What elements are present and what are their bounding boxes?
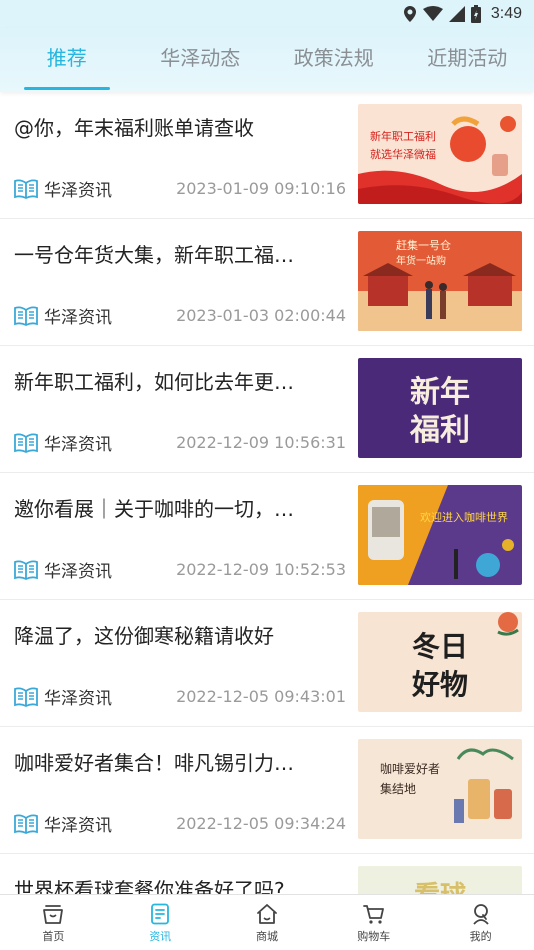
article-date: 2022-12-05 09:34:24 xyxy=(176,814,346,833)
book-icon xyxy=(14,433,38,453)
book-icon xyxy=(14,179,38,199)
list-item[interactable]: @你，年末福利账单请查收 华泽资讯 2023-01-09 09:10:16 新年… xyxy=(0,92,534,219)
tab-huaze-news[interactable]: 华泽动态 xyxy=(134,28,268,92)
article-date: 2022-12-05 09:43:01 xyxy=(176,687,346,706)
article-meta: 华泽资讯 2023-01-09 09:10:16 xyxy=(14,176,346,201)
nav-profile[interactable]: 我的 xyxy=(427,895,534,950)
article-list: @你，年末福利账单请查收 华泽资讯 2023-01-09 09:10:16 新年… xyxy=(0,92,534,894)
article-thumbnail[interactable]: 看球 xyxy=(358,866,522,894)
book-icon xyxy=(14,687,38,707)
book-icon xyxy=(14,560,38,580)
category-tabs: 推荐 华泽动态 政策法规 近期活动 xyxy=(0,28,534,92)
article-thumbnail[interactable]: 新年 福利 xyxy=(358,358,522,458)
thumb-text: 好物 xyxy=(411,668,468,701)
article-source: 华泽资讯 xyxy=(44,562,112,582)
book-icon xyxy=(14,814,38,834)
battery-icon xyxy=(470,5,481,23)
article-title: 邀你看展｜关于咖啡的一切，… xyxy=(14,497,294,521)
article-source: 华泽资讯 xyxy=(44,689,112,709)
nav-label: 首页 xyxy=(42,929,65,943)
thumb-text: 年货一站购 xyxy=(396,254,446,267)
shop-icon xyxy=(257,903,277,924)
article-title: 咖啡爱好者集合！啡凡锡引力… xyxy=(14,751,294,775)
article-date: 2022-12-09 10:52:53 xyxy=(176,560,346,579)
list-item[interactable]: 新年职工福利，如何比去年更… 华泽资讯 2022-12-09 10:56:31 … xyxy=(0,346,534,473)
status-time: 3:49 xyxy=(490,5,522,22)
book-icon xyxy=(14,306,38,326)
status-bar: 3:49 xyxy=(0,0,534,28)
thumb-text: 福利 xyxy=(409,413,470,448)
article-title: 世界杯看球套餐你准备好了吗? xyxy=(14,878,285,894)
signal-icon xyxy=(448,6,465,22)
article-title: 降温了，这份御寒秘籍请收好 xyxy=(14,624,274,648)
article-meta: 华泽资讯 2022-12-05 09:43:01 xyxy=(14,684,346,709)
thumb-text: 赶集一号仓 xyxy=(396,238,451,252)
profile-icon xyxy=(472,903,489,925)
tab-recommend[interactable]: 推荐 xyxy=(0,28,134,92)
thumb-text: 看球 xyxy=(414,881,467,894)
article-date: 2022-12-09 10:56:31 xyxy=(176,433,346,452)
article-thumbnail[interactable]: 冬日 好物 xyxy=(358,612,522,712)
nav-news[interactable]: 资讯 xyxy=(107,895,214,950)
article-title: 新年职工福利，如何比去年更… xyxy=(14,370,294,394)
article-source: 华泽资讯 xyxy=(44,181,112,201)
home-basket-icon xyxy=(43,904,64,924)
article-source: 华泽资讯 xyxy=(44,308,112,328)
news-icon xyxy=(151,903,170,924)
article-thumbnail[interactable]: 赶集一号仓 年货一站购 xyxy=(358,231,522,331)
thumb-text: 新年职工福利 xyxy=(370,129,436,143)
tab-policy[interactable]: 政策法规 xyxy=(267,28,401,92)
list-item[interactable]: 降温了，这份御寒秘籍请收好 华泽资讯 2022-12-05 09:43:01 冬… xyxy=(0,600,534,727)
nav-label: 资讯 xyxy=(149,929,172,943)
thumb-text: 冬日 xyxy=(412,630,468,663)
thumb-text: 集结地 xyxy=(380,781,416,796)
article-date: 2023-01-03 02:00:44 xyxy=(176,306,346,325)
article-meta: 华泽资讯 2022-12-05 09:34:24 xyxy=(14,811,346,836)
list-item[interactable]: 世界杯看球套餐你准备好了吗? 看球 xyxy=(0,854,534,894)
nav-label: 购物车 xyxy=(357,929,391,943)
nav-label: 商城 xyxy=(255,929,278,943)
list-item[interactable]: 邀你看展｜关于咖啡的一切，… 华泽资讯 2022-12-09 10:52:53 … xyxy=(0,473,534,600)
article-thumbnail[interactable]: 咖啡爱好者 集结地 xyxy=(358,739,522,839)
thumb-text: 咖啡爱好者 xyxy=(380,761,440,776)
article-thumbnail[interactable]: 新年职工福利 就选华泽微福 xyxy=(358,104,522,204)
article-date: 2023-01-09 09:10:16 xyxy=(176,179,346,198)
list-item[interactable]: 咖啡爱好者集合！啡凡锡引力… 华泽资讯 2022-12-05 09:34:24 … xyxy=(0,727,534,854)
location-icon xyxy=(403,6,416,22)
article-source: 华泽资讯 xyxy=(44,816,112,836)
wifi-icon xyxy=(422,6,443,21)
article-title: @你，年末福利账单请查收 xyxy=(14,116,254,140)
article-meta: 华泽资讯 2022-12-09 10:56:31 xyxy=(14,430,346,455)
article-meta: 华泽资讯 2022-12-09 10:52:53 xyxy=(14,557,346,582)
nav-label: 我的 xyxy=(469,929,492,943)
thumb-text: 就选华泽微福 xyxy=(370,147,436,161)
list-item[interactable]: 一号仓年货大集，新年职工福… 华泽资讯 2023-01-03 02:00:44 … xyxy=(0,219,534,346)
nav-shop[interactable]: 商城 xyxy=(214,895,321,950)
nav-cart[interactable]: 购物车 xyxy=(320,895,427,950)
article-thumbnail[interactable]: 欢迎进入咖啡世界 xyxy=(358,485,522,585)
thumb-text: 欢迎进入咖啡世界 xyxy=(420,510,508,524)
cart-icon xyxy=(362,904,384,924)
article-source: 华泽资讯 xyxy=(44,435,112,455)
article-meta: 华泽资讯 2023-01-03 02:00:44 xyxy=(14,303,346,328)
article-title: 一号仓年货大集，新年职工福… xyxy=(14,243,294,267)
bottom-nav: 首页 资讯 商城 购物车 我的 xyxy=(0,894,534,950)
nav-home[interactable]: 首页 xyxy=(0,895,107,950)
tab-events[interactable]: 近期活动 xyxy=(401,28,534,92)
thumb-text: 新年 xyxy=(410,375,470,410)
